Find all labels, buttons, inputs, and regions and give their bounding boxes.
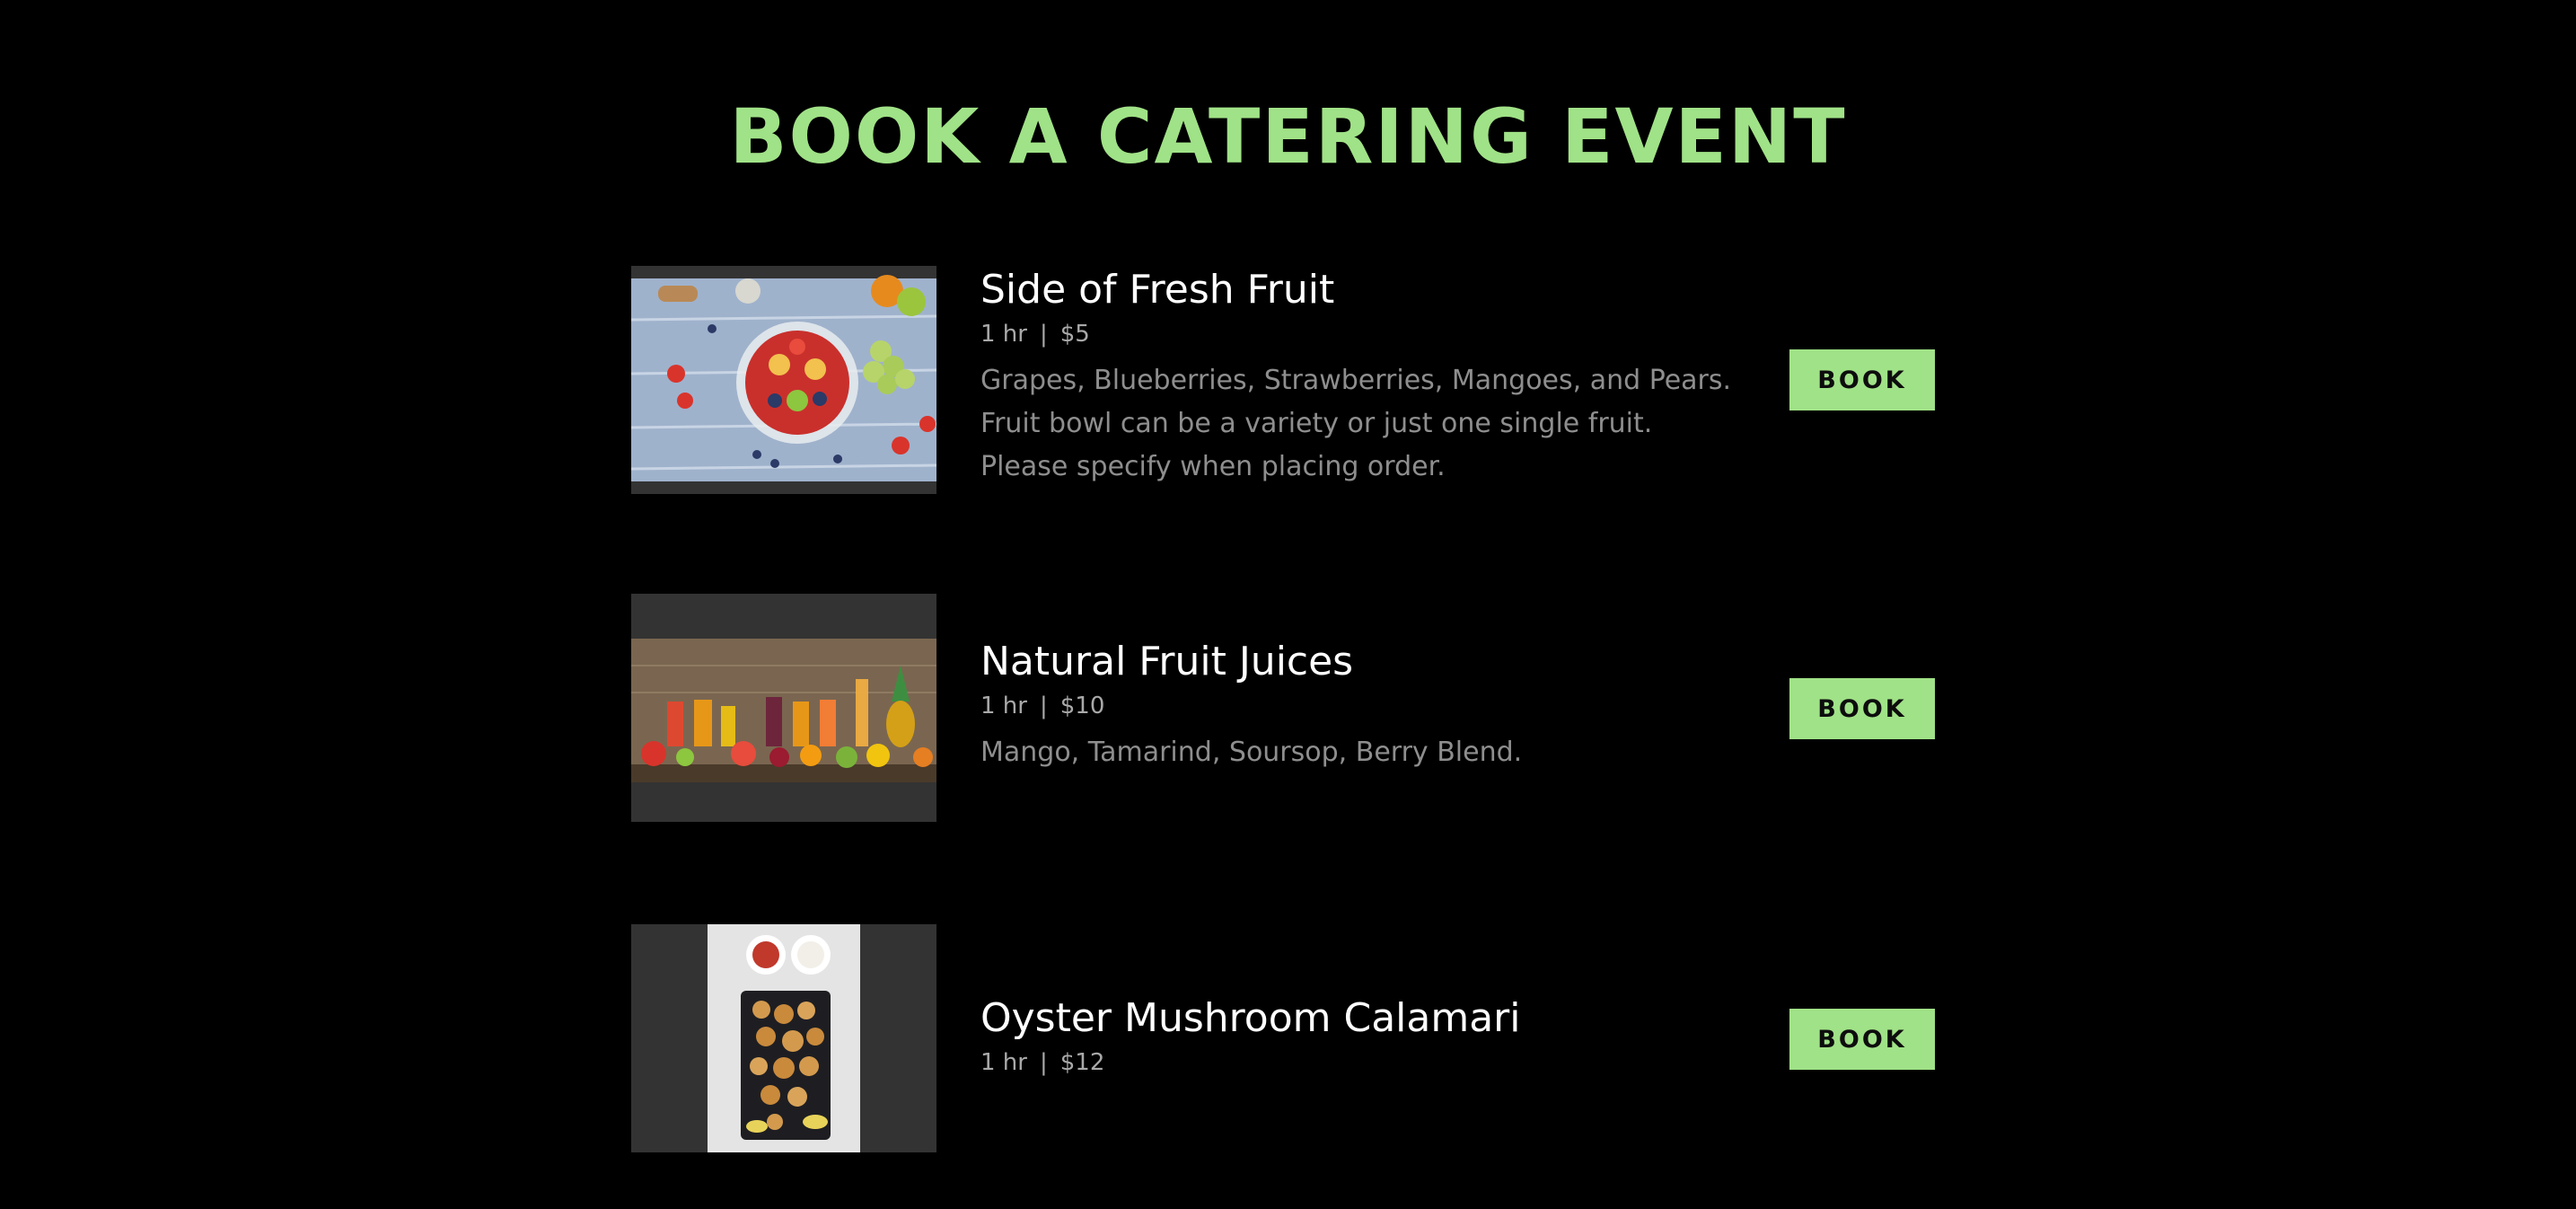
service-duration: 1 hr xyxy=(980,321,1027,348)
fruit-bowl-photo xyxy=(631,266,936,494)
service-name[interactable]: Side of Fresh Fruit xyxy=(980,266,1753,314)
service-price: $5 xyxy=(1059,321,1090,348)
mushroom-calamari-image[interactable] xyxy=(631,924,936,1152)
service-price: $12 xyxy=(1059,1049,1105,1076)
service-info: Natural Fruit Juices 1 hr | $10 Mango, Tam… xyxy=(980,638,1753,774)
service-price: $10 xyxy=(1059,693,1105,719)
service-meta: 1 hr | $12 xyxy=(980,1046,1753,1079)
service-name[interactable]: Oyster Mushroom Calamari xyxy=(980,994,1753,1043)
service-description: Mango, Tamarind, Soursop, Berry Blend. xyxy=(980,737,1523,768)
book-button[interactable]: BOOK xyxy=(1789,678,1935,739)
service-info: Side of Fresh Fruit 1 hr | $5 Grapes, Blue… xyxy=(980,266,1753,489)
service-name[interactable]: Natural Fruit Juices xyxy=(980,638,1753,686)
meta-separator: | xyxy=(1039,1049,1048,1076)
fruit-juices-image[interactable] xyxy=(631,594,936,822)
service-duration: 1 hr xyxy=(980,693,1027,719)
meta-separator: | xyxy=(1039,693,1048,719)
service-info: Oyster Mushroom Calamari 1 hr | $12 xyxy=(980,994,1753,1079)
service-duration: 1 hr xyxy=(980,1049,1027,1076)
service-item: Side of Fresh Fruit 1 hr | $5 Grapes, Blue… xyxy=(631,266,1935,494)
page-title: BOOK A CATERING EVENT xyxy=(729,93,1847,181)
service-description: Grapes, Blueberries, Strawberries, Mango… xyxy=(980,365,1732,482)
fruit-bowl-image[interactable] xyxy=(631,266,936,494)
mushroom-calamari-photo xyxy=(631,924,936,1152)
book-button[interactable]: BOOK xyxy=(1789,1009,1935,1070)
service-meta: 1 hr | $10 xyxy=(980,690,1753,722)
service-item: Natural Fruit Juices 1 hr | $10 Mango, Tam… xyxy=(631,594,1935,822)
service-meta: 1 hr | $5 xyxy=(980,318,1753,350)
fruit-juices-photo xyxy=(631,594,936,822)
service-item: Oyster Mushroom Calamari 1 hr | $12 BOOK xyxy=(631,924,1935,1152)
meta-separator: | xyxy=(1039,321,1048,348)
book-button[interactable]: BOOK xyxy=(1789,349,1935,410)
